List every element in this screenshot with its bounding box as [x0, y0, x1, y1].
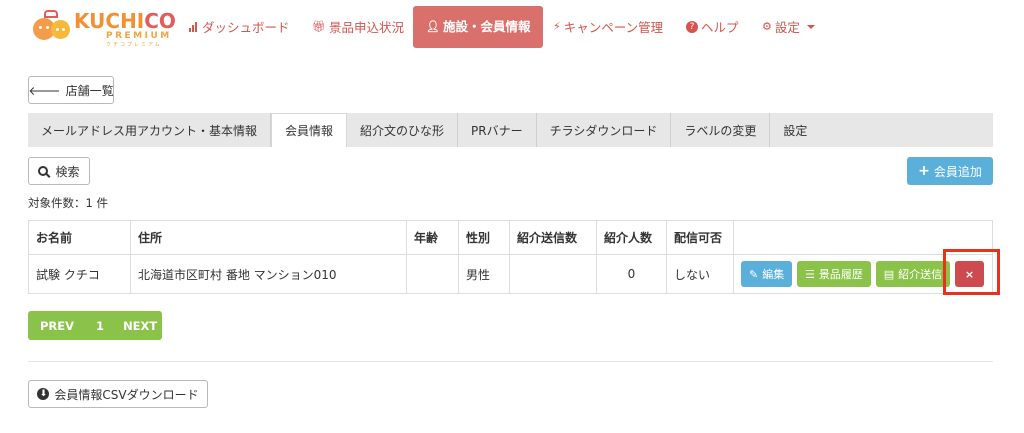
col-age: 年齢 [406, 220, 459, 255]
referral-send-label: 紹介送信 [898, 268, 943, 281]
pagination: PREV 1 NEXT [28, 311, 162, 340]
table-row: 試験 クチコ 北海道市区町村 番地 マンション010 男性 0 しない ✎ 編集… [28, 254, 993, 294]
edit-label: 編集 [762, 268, 785, 281]
top-header: KUCHICO PREMIUM クチコプレミアム ダッシュボード 🎁︎ 景品申込… [0, 0, 1024, 52]
col-referral-count: 紹介人数 [596, 220, 667, 255]
store-list-label: 店舗一覧 [65, 83, 114, 98]
csv-download-button[interactable]: ⬇ 会員情報CSVダウンロード [28, 380, 208, 408]
members-table: お名前 住所 年齢 性別 紹介送信数 紹介人数 配信可否 試験 クチコ 北海道市… [28, 220, 993, 294]
tab-intro-template[interactable]: 紹介文のひな形 [347, 113, 459, 147]
csv-download-label: 会員情報CSVダウンロード [54, 387, 199, 402]
logo-wordmark: KUCHICO [74, 9, 176, 33]
logo-kana: クチコプレミアム [106, 42, 162, 48]
logo-ribbon [44, 10, 58, 18]
nav-campaign-label: キャンペーン管理 [563, 20, 664, 35]
tab-label-change[interactable]: ラベルの変更 [671, 113, 771, 147]
tab-pr-banner[interactable]: PRバナー [458, 113, 537, 147]
highlight-annotation-box [943, 249, 1000, 295]
tab-account-basic[interactable]: メールアドレス用アカウント・基本情報 [28, 113, 272, 147]
tab-settings[interactable]: 設定 [770, 113, 820, 147]
tab-flyer-download[interactable]: チラシダウンロード [537, 113, 672, 147]
kuchico-logo[interactable]: KUCHICO PREMIUM クチコプレミアム [30, 8, 176, 48]
arrow-left-icon: 🡐 [28, 83, 61, 98]
caret-down-icon [806, 24, 815, 29]
nav-campaign[interactable]: ⚡︎ キャンペーン管理 [553, 17, 663, 36]
search-button[interactable]: 検索 [28, 157, 90, 185]
col-sent-count: 紹介送信数 [509, 220, 597, 255]
add-member-button[interactable]: + 会員追加 [907, 157, 993, 185]
gear-icon: ⚙︎ [762, 20, 772, 33]
result-count: 対象件数：1 件 [28, 196, 108, 210]
logo-subtitle: PREMIUM [106, 31, 172, 41]
download-circle-icon: ⬇ [37, 388, 50, 400]
search-label: 検索 [55, 164, 80, 179]
nav-prize-status[interactable]: 🎁︎ 景品申込状況 [312, 17, 404, 36]
nav-facility-member-label: 施設・会員情報 [442, 19, 531, 34]
col-name: お名前 [28, 220, 131, 255]
referral-send-button[interactable]: ▤ 紹介送信 [875, 261, 951, 287]
bar-chart-icon [189, 21, 197, 32]
cell-age [406, 254, 459, 294]
page-number-button[interactable]: 1 [74, 319, 104, 333]
nav-help-label: ヘルプ [701, 20, 739, 35]
bolt-icon: ⚡︎ [553, 20, 561, 33]
nav-dashboard[interactable]: ダッシュボード [189, 17, 290, 36]
list-icon: ☰ [805, 267, 815, 281]
nav-settings[interactable]: ⚙︎ 設定 [762, 17, 815, 36]
cell-referral-count: 0 [596, 254, 667, 294]
gift-icon: 🎁︎ [312, 20, 326, 33]
prize-history-button[interactable]: ☰ 景品履歴 [797, 261, 871, 287]
user-icon: 👤︎ [426, 20, 440, 33]
cell-gender: 男性 [458, 254, 510, 294]
search-icon [38, 166, 49, 176]
nav-settings-label: 設定 [774, 20, 800, 35]
prev-page-button[interactable]: PREV [28, 319, 74, 333]
question-circle-icon: ? [686, 20, 698, 33]
pencil-icon: ✎ [749, 267, 759, 281]
add-member-label: 会員追加 [933, 164, 982, 179]
nav-help[interactable]: ? ヘルプ [686, 17, 739, 36]
logo-face-icon [51, 20, 70, 39]
store-list-button[interactable]: 🡐 店舗一覧 [28, 76, 114, 104]
col-gender: 性別 [458, 220, 510, 255]
prize-history-label: 景品履歴 [818, 268, 863, 281]
edit-button[interactable]: ✎ 編集 [741, 261, 793, 287]
cell-address: 北海道市区町村 番地 マンション010 [130, 254, 407, 294]
member-tabs: メールアドレス用アカウント・基本情報 会員情報 紹介文のひな形 PRバナー チラ… [28, 113, 993, 147]
document-icon: ▤ [883, 267, 895, 281]
nav-dashboard-label: ダッシュボード [202, 20, 290, 35]
cell-sent-count [509, 254, 597, 294]
nav-facility-member[interactable]: 👤︎ 施設・会員情報 [413, 6, 544, 48]
plus-icon: + [918, 163, 930, 179]
cell-name: 試験 クチコ [28, 254, 131, 294]
nav-prize-status-label: 景品申込状況 [328, 20, 404, 35]
tab-member-info[interactable]: 会員情報 [271, 113, 348, 147]
cell-delivery: しない [666, 254, 734, 294]
col-delivery: 配信可否 [666, 220, 734, 255]
next-page-button[interactable]: NEXT [104, 319, 157, 333]
table-header-row: お名前 住所 年齢 性別 紹介送信数 紹介人数 配信可否 [28, 220, 993, 255]
col-address: 住所 [130, 220, 407, 255]
section-divider [28, 361, 993, 362]
